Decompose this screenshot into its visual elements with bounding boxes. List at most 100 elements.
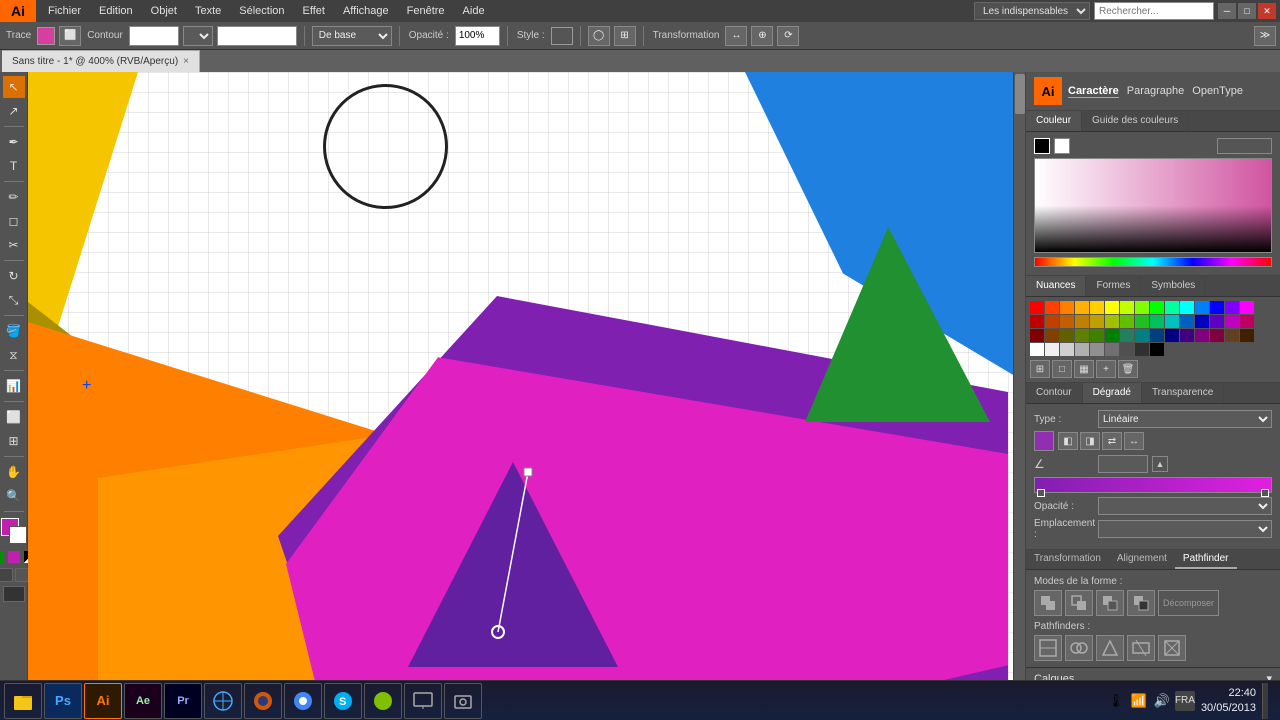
type-tool[interactable]: T: [3, 155, 25, 177]
pf-4[interactable]: [1127, 635, 1155, 661]
pf-mode-1[interactable]: [1034, 590, 1062, 616]
pf-mode-3[interactable]: [1096, 590, 1124, 616]
menu-fenetre[interactable]: Fenêtre: [399, 3, 453, 19]
nuance-cell[interactable]: [1135, 315, 1149, 328]
nuance-cell[interactable]: [1045, 329, 1059, 342]
show-desktop-btn[interactable]: [1262, 683, 1268, 719]
nuance-cell[interactable]: [1150, 315, 1164, 328]
type-select[interactable]: Linéaire: [1098, 410, 1272, 428]
tab-transformation[interactable]: Transformation: [1026, 550, 1109, 569]
nuance-cell[interactable]: [1120, 329, 1134, 342]
tab-nuances[interactable]: Nuances: [1026, 276, 1086, 296]
nuance-cell[interactable]: [1120, 315, 1134, 328]
nuance-cell[interactable]: [1105, 315, 1119, 328]
gradient-btn1[interactable]: ◧: [1058, 432, 1078, 450]
nuance-cell[interactable]: [1090, 329, 1104, 342]
color-hue-bar[interactable]: [1034, 257, 1272, 267]
minimize-button[interactable]: ─: [1218, 3, 1236, 19]
menu-texte[interactable]: Texte: [187, 3, 229, 19]
pf-2[interactable]: [1065, 635, 1093, 661]
nuance-cell[interactable]: [1030, 301, 1044, 314]
nuance-cell[interactable]: [1225, 315, 1239, 328]
taskbar-illustrator[interactable]: Ai: [84, 683, 122, 719]
color-spectrum[interactable]: [1034, 158, 1272, 253]
v-scrollbar[interactable]: [1013, 72, 1025, 680]
nuance-cell[interactable]: [1150, 301, 1164, 314]
taskbar-extra2[interactable]: [444, 683, 482, 719]
tray-icon-1[interactable]: 🌡: [1106, 691, 1126, 711]
taskbar-premiere[interactable]: Pr: [164, 683, 202, 719]
gradient-stop-left[interactable]: [1037, 489, 1045, 497]
grid-icon[interactable]: ⊞: [614, 26, 636, 46]
tray-icon-3[interactable]: 🔊: [1152, 691, 1172, 711]
menu-affichage[interactable]: Affichage: [335, 3, 397, 19]
nuance-cell[interactable]: [1165, 329, 1179, 342]
stroke-swatch[interactable]: [9, 526, 27, 544]
menu-effet[interactable]: Effet: [295, 3, 333, 19]
transform-icon3[interactable]: ⟳: [777, 26, 799, 46]
debase-select[interactable]: De base: [312, 26, 392, 46]
nuance-cell[interactable]: [1075, 301, 1089, 314]
mode-btn[interactable]: [3, 586, 25, 602]
nuance-cell[interactable]: [1030, 343, 1044, 356]
nuance-cell[interactable]: [1075, 329, 1089, 342]
tab-formes[interactable]: Formes: [1086, 276, 1141, 296]
nuance-cell[interactable]: [1105, 301, 1119, 314]
tab-alignement[interactable]: Alignement: [1109, 550, 1175, 569]
nuance-cell[interactable]: [1120, 301, 1134, 314]
nuance-cell[interactable]: [1150, 343, 1164, 356]
nuance-cell[interactable]: [1030, 329, 1044, 342]
nuance-cell[interactable]: [1135, 343, 1149, 356]
nuance-cell[interactable]: [1165, 315, 1179, 328]
menu-selection[interactable]: Sélection: [231, 3, 292, 19]
nuance-cell[interactable]: [1060, 301, 1074, 314]
nuance-cell[interactable]: [1225, 301, 1239, 314]
stroke-icon[interactable]: ⬜: [59, 26, 81, 46]
transform-icon1[interactable]: ↔: [725, 26, 747, 46]
nuance-cell[interactable]: [1075, 343, 1089, 356]
tab-couleur[interactable]: Couleur: [1026, 111, 1082, 131]
nuance-cell[interactable]: [1135, 301, 1149, 314]
nuances-btn3[interactable]: ▦: [1074, 360, 1094, 378]
white-swatch-small[interactable]: [1054, 138, 1070, 154]
nuance-cell[interactable]: [1045, 315, 1059, 328]
tab-pathfinder[interactable]: Pathfinder: [1175, 550, 1237, 569]
gradient-btn2[interactable]: ◨: [1080, 432, 1100, 450]
hex-input[interactable]: 54DA2D: [1217, 138, 1272, 154]
menu-fichier[interactable]: Fichier: [40, 3, 89, 19]
pf-3[interactable]: [1096, 635, 1124, 661]
panel-opentype[interactable]: OpenType: [1192, 85, 1243, 97]
doc-tab[interactable]: Sans titre - 1* @ 400% (RVB/Aperçu) ×: [2, 50, 200, 72]
blend-tool[interactable]: ⧖: [3, 344, 25, 366]
pf-5[interactable]: [1158, 635, 1186, 661]
taskbar-photoshop[interactable]: Ps: [44, 683, 82, 719]
zoom-tool[interactable]: 🔍: [3, 485, 25, 507]
workspace-select[interactable]: Les indispensables: [974, 2, 1090, 20]
taskbar-explorer[interactable]: [4, 683, 42, 719]
nuances-btn1[interactable]: ⊞: [1030, 360, 1050, 378]
nuance-cell[interactable]: [1075, 315, 1089, 328]
tab-guide[interactable]: Guide des couleurs: [1082, 111, 1189, 131]
doc-tab-close[interactable]: ×: [183, 56, 189, 67]
tab-symboles[interactable]: Symboles: [1141, 276, 1206, 296]
nuance-cell[interactable]: [1135, 329, 1149, 342]
nuance-cell[interactable]: [1150, 329, 1164, 342]
pencil-tool[interactable]: ✏: [3, 186, 25, 208]
angle-input[interactable]: 74.3°: [1098, 455, 1148, 473]
gradient-btn4[interactable]: ↔: [1124, 432, 1144, 450]
taskbar-browser[interactable]: [204, 683, 242, 719]
green-swatch[interactable]: [0, 550, 5, 564]
panel-toggle[interactable]: ≫: [1254, 26, 1276, 46]
nuance-cell[interactable]: [1165, 301, 1179, 314]
nuance-cell[interactable]: [1195, 329, 1209, 342]
style-input[interactable]: [217, 26, 297, 46]
eraser-tool[interactable]: ◻: [3, 210, 25, 232]
opacite-select[interactable]: [1098, 497, 1272, 515]
emplacement-select[interactable]: [1098, 520, 1272, 538]
v-scrollbar-thumb[interactable]: [1015, 74, 1025, 114]
tray-icon-2[interactable]: 📶: [1129, 691, 1149, 711]
canvas-container[interactable]: +: [28, 72, 1025, 680]
panel-paragraphe[interactable]: Paragraphe: [1127, 85, 1185, 97]
column-graph-tool[interactable]: 📊: [3, 375, 25, 397]
menu-edition[interactable]: Edition: [91, 3, 141, 19]
